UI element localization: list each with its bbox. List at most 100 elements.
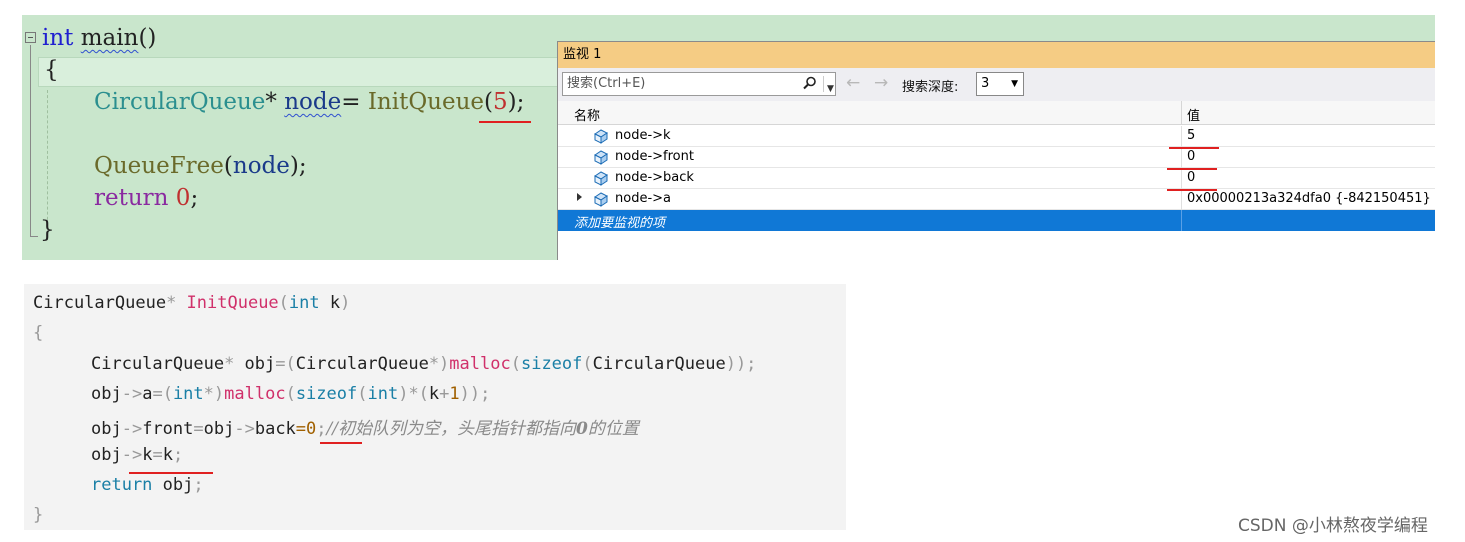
type-name: CircularQueue [91,354,225,374]
column-header-value[interactable]: 值 [1187,105,1200,124]
field-icon [594,150,608,165]
forward-arrow-icon[interactable]: → [874,74,888,92]
keyword: return [91,475,153,495]
dropdown-arrow-icon: ▼ [1011,79,1018,89]
code-snippet: CircularQueue* InitQueue(int k) { Circul… [24,284,846,530]
semicolon: ; [316,419,327,439]
variable: obj [91,445,122,465]
punctuation: )); [459,384,491,404]
collapse-icon[interactable] [25,32,36,43]
punctuation: *) [428,354,450,374]
variable: obj [91,419,122,439]
watch-name: node->a [615,191,671,206]
column-divider [1181,168,1182,189]
field: a [142,384,153,404]
number-literal: 0 [175,185,191,211]
back-arrow-icon[interactable]: ← [846,74,860,92]
variable: obj [152,475,194,495]
watch-row[interactable]: node->back 0 [558,168,1435,189]
paren: ( [582,354,593,374]
brace: } [40,217,55,243]
search-depth-select[interactable]: 3 ▼ [976,72,1024,96]
operator: = [295,419,307,439]
watch-row[interactable]: node->k 5 [558,126,1435,147]
watch-header: 名称 值 [558,101,1435,125]
arrow-op: -> [234,419,255,439]
function-call: QueueFree [94,153,224,179]
watch-value[interactable]: 0 [1187,149,1195,164]
number-literal: 0 [306,419,317,439]
keyword: sizeof [295,384,358,404]
dropdown-arrow-icon[interactable]: ▼ [827,78,834,100]
operator: = [193,419,204,439]
number-literal: 5 [493,89,508,115]
watch-row[interactable]: node->a 0x00000213a324dfa0 {-842150451} [558,189,1435,210]
code-line-init: CircularQueue* node= InitQueue(5); [94,89,524,115]
red-underline-annotation [479,121,531,123]
watch-value[interactable]: 5 [1187,128,1195,143]
watch-value[interactable]: 0x00000213a324dfa0 {-842150451} [1187,191,1431,206]
type-name: CircularQueue [592,354,726,374]
keyword: sizeof [520,354,583,374]
column-header-name[interactable]: 名称 [574,105,600,124]
punctuation: *) [203,384,225,404]
field-icon [594,192,608,207]
paren: ( [278,293,289,313]
watch-window[interactable]: 监视 1 搜索(Ctrl+E) ▼ ← → 搜索深度: 3 ▼ 名称 值 nod… [557,41,1435,260]
punctuation: =( [275,354,296,374]
variable: node [232,153,290,179]
search-icon[interactable] [803,76,817,90]
column-divider [1181,189,1182,210]
operator: + [439,384,450,404]
code-line-free: QueueFree(node); [94,153,307,179]
variable: node [284,89,342,115]
paren: ( [223,153,233,179]
add-watch-row[interactable]: 添加要监视的项 [558,210,1435,231]
search-depth-label: 搜索深度: [902,80,959,95]
variable: obj [91,384,122,404]
type-name: CircularQueue [94,89,266,115]
snippet-line: obj->a=(int*)malloc(sizeof(int)*(k+1)); [91,384,490,404]
paren: ) [340,293,351,313]
fold-guide-end [30,236,38,237]
paren: ); [289,153,307,179]
fold-guide [30,45,31,237]
pointer-star: * [265,89,285,115]
field: front [142,419,194,439]
column-divider[interactable] [1181,101,1182,125]
code-line-return: return 0; [94,185,198,211]
keyword: int [367,384,399,404]
field-icon [594,129,608,144]
code-line-open-brace: { [44,57,59,83]
snippet-line: CircularQueue* obj=(CircularQueue*)mallo… [91,354,756,374]
red-underline-annotation [1167,168,1217,170]
code-line-close-brace: } [40,217,55,243]
paren: ( [510,354,521,374]
semicolon: ; [193,475,204,495]
function-name: InitQueue [186,293,279,313]
function-name: main [80,25,139,51]
red-underline-annotation [129,472,213,474]
brace: } [33,505,44,525]
keyword: return [94,185,169,211]
brace: { [33,323,44,343]
comment: 0 [576,419,588,439]
keyword: int [288,293,320,313]
snippet-line: CircularQueue* InitQueue(int k) [33,293,350,313]
watch-value[interactable]: 0 [1187,170,1195,185]
pointer-star: * [166,293,187,313]
red-underline-annotation [1167,189,1217,191]
search-placeholder: 搜索(Ctrl+E) [567,76,646,91]
variable: k [162,445,173,465]
variable: obj [203,419,235,439]
watch-name: node->back [615,170,694,185]
expand-arrow-icon[interactable] [577,193,582,201]
watch-title[interactable]: 监视 1 [558,42,1435,68]
param: k [319,293,341,313]
red-underline-annotation [1169,147,1219,149]
search-input[interactable]: 搜索(Ctrl+E) ▼ [562,72,836,96]
add-watch-placeholder[interactable]: 添加要监视的项 [574,212,665,231]
watch-row[interactable]: node->front 0 [558,147,1435,168]
divider [823,76,824,92]
number-literal: 1 [449,384,460,404]
